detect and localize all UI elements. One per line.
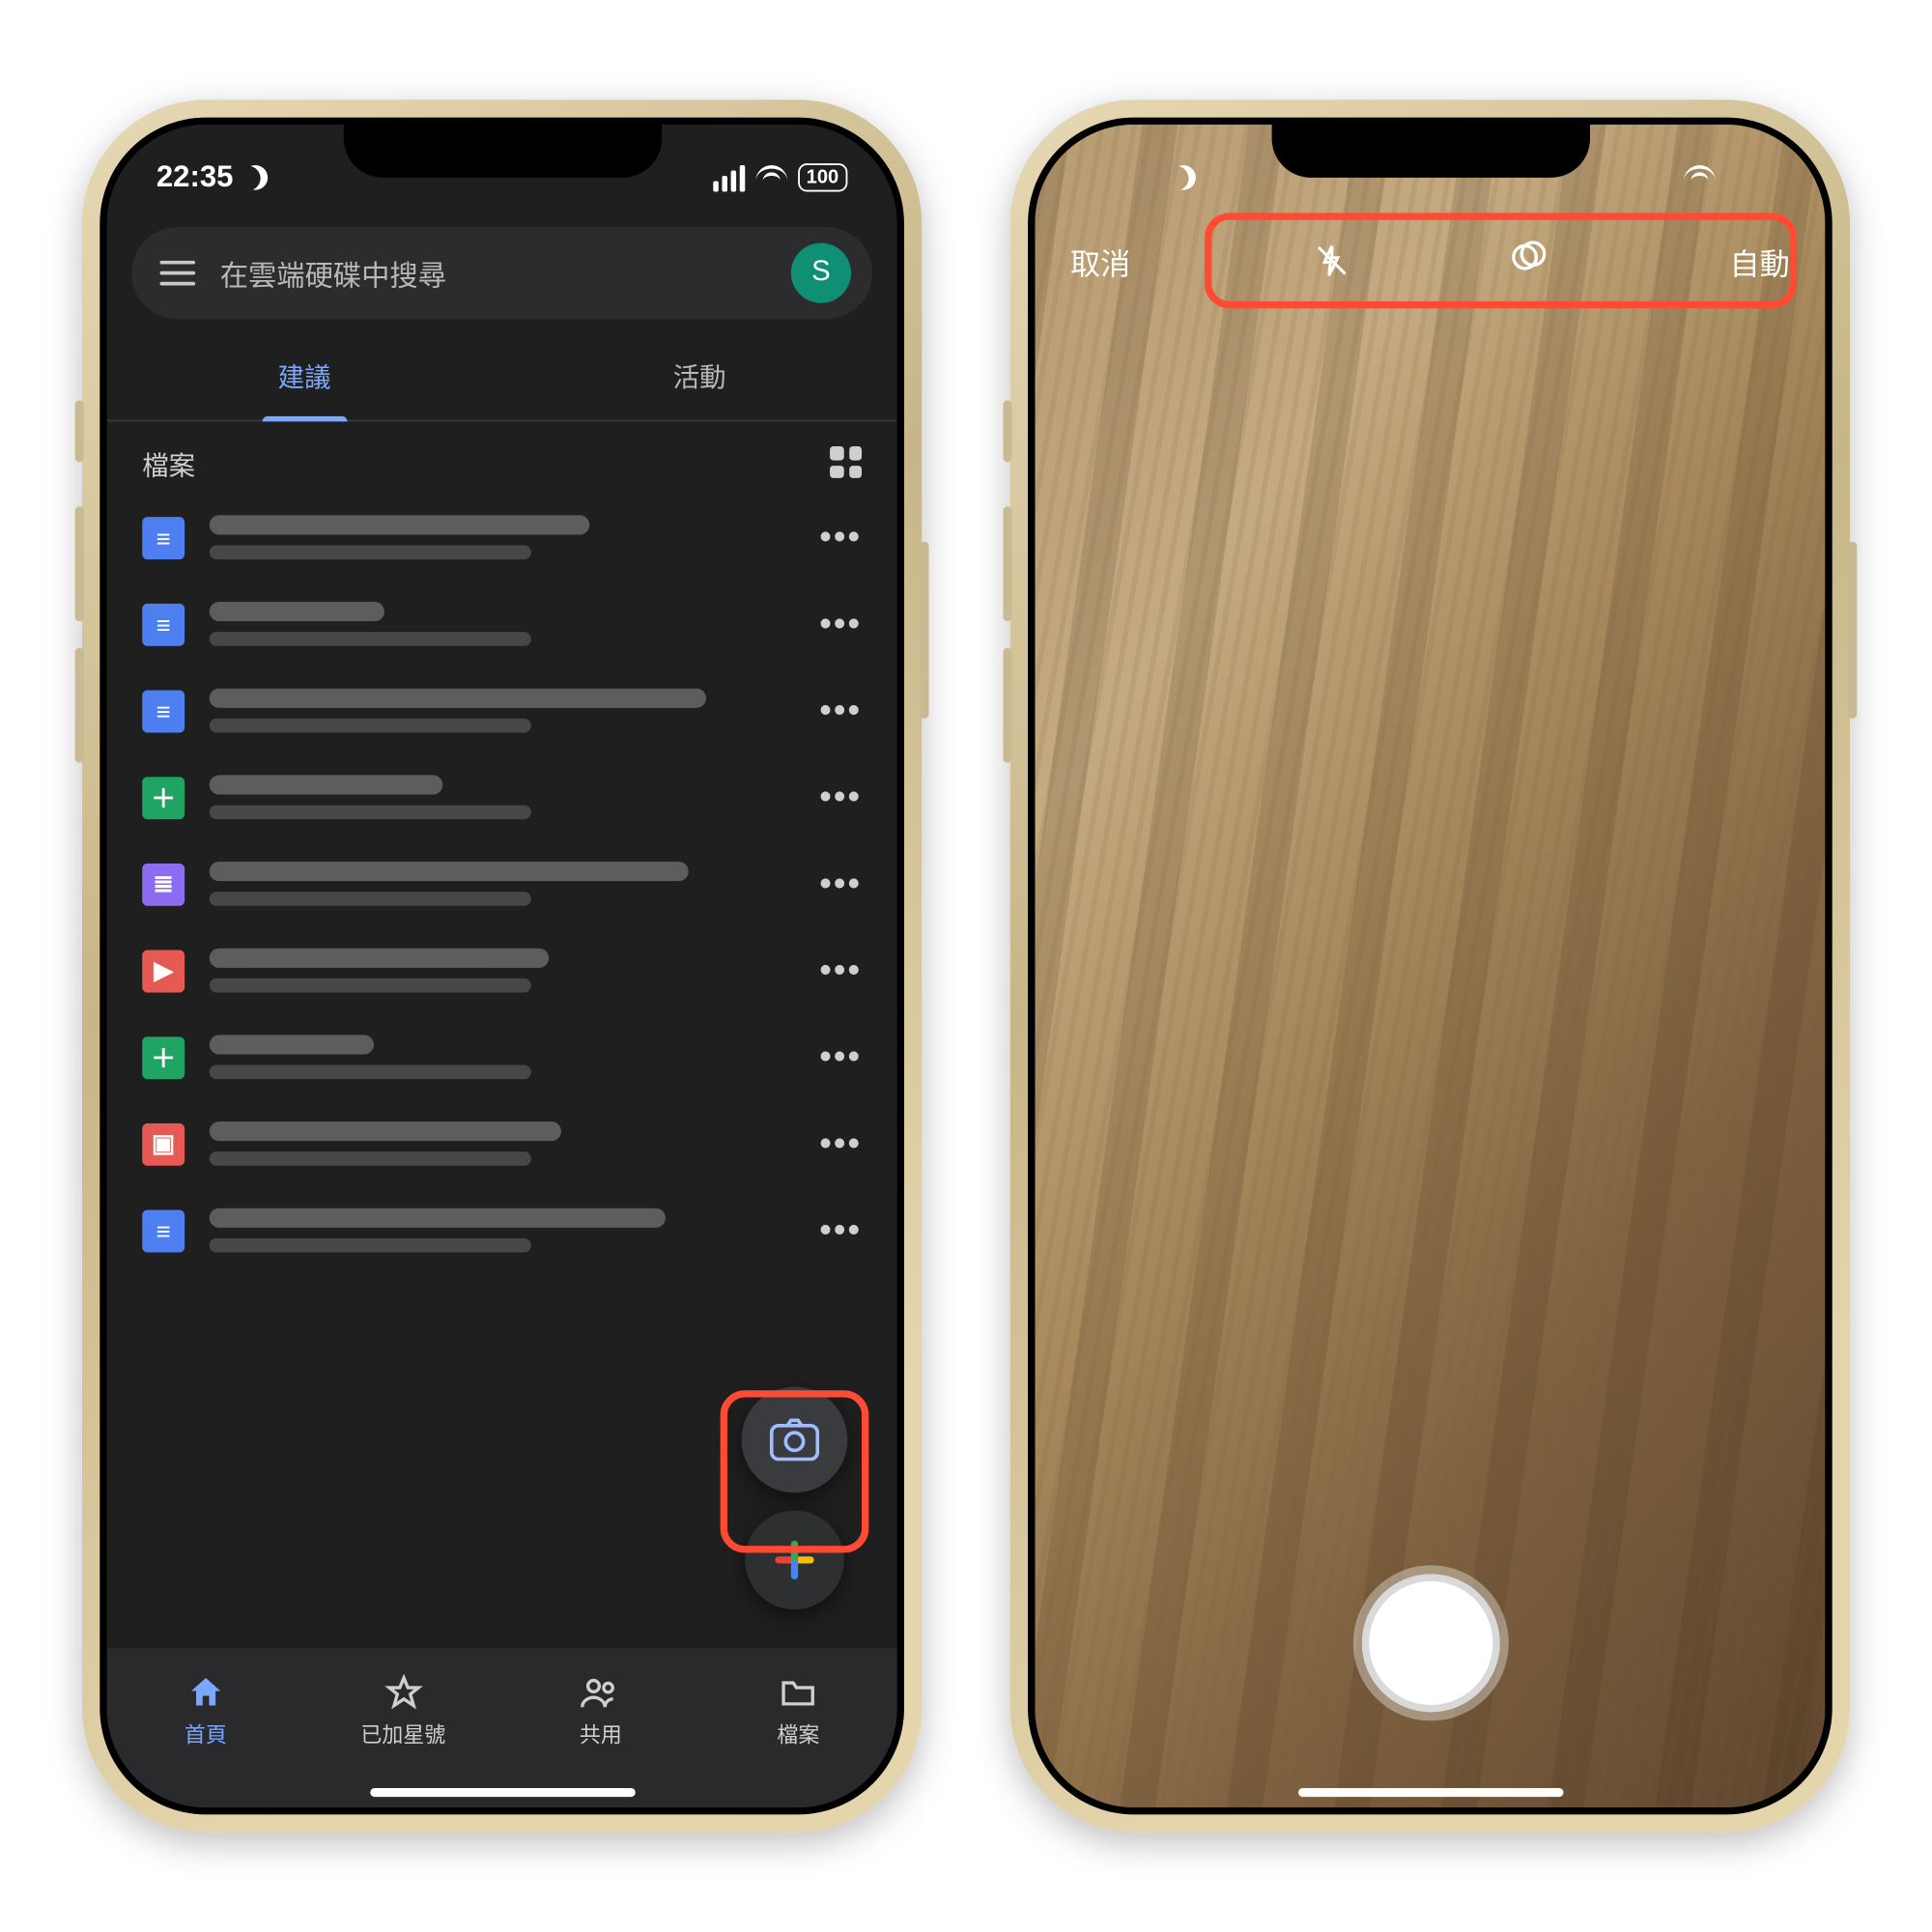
phone-drive: 22:35 100 在雲端硬碟中搜尋 S 建議 活動 檔案 <box>82 99 922 1832</box>
doc-file-icon: ≡ <box>142 690 185 732</box>
file-row[interactable]: ≡ ••• <box>107 494 897 581</box>
more-icon[interactable]: ••• <box>819 1221 862 1238</box>
file-row[interactable]: ≡ ••• <box>107 1187 897 1274</box>
more-icon[interactable]: ••• <box>819 961 862 979</box>
flash-off-icon[interactable] <box>1314 240 1350 282</box>
doc-file-icon: ≡ <box>142 516 185 558</box>
file-row[interactable]: ≣ ••• <box>107 840 897 927</box>
file-title-blurred <box>210 1035 795 1079</box>
search-bar[interactable]: 在雲端硬碟中搜尋 S <box>131 227 872 319</box>
tab-suggestions[interactable]: 建議 <box>107 333 502 420</box>
wifi-icon <box>755 165 787 190</box>
nav-starred[interactable]: 已加星號 <box>304 1648 502 1772</box>
battery-icon: 100 <box>797 163 847 191</box>
file-title-blurred <box>210 515 795 559</box>
sheet-file-icon: ＋ <box>142 776 185 818</box>
file-title-blurred <box>210 949 795 993</box>
filter-icon[interactable] <box>1508 237 1547 284</box>
plus-icon <box>775 1541 813 1579</box>
section-label: 檔案 <box>142 446 195 483</box>
new-fab[interactable] <box>745 1511 843 1609</box>
file-title-blurred <box>210 602 795 646</box>
file-row[interactable]: ＋ ••• <box>107 753 897 840</box>
home-indicator[interactable] <box>1297 1788 1563 1797</box>
avatar[interactable]: S <box>791 243 851 303</box>
more-icon[interactable]: ••• <box>819 788 862 806</box>
menu-icon[interactable] <box>160 261 196 286</box>
tabs: 建議 活動 <box>107 333 897 422</box>
phone-scanner: 22:35 100 取消 <box>1010 99 1850 1832</box>
sheet-file-icon: ＋ <box>142 1036 185 1078</box>
notch <box>1271 125 1589 178</box>
file-title-blurred <box>210 862 795 906</box>
file-title-blurred <box>210 689 795 733</box>
section-header: 檔案 <box>107 421 897 494</box>
status-time: 22:35 <box>156 160 234 196</box>
file-row[interactable]: ≡ ••• <box>107 668 897 754</box>
home-indicator[interactable] <box>369 1788 635 1797</box>
camera-icon <box>770 1418 819 1461</box>
nav-home[interactable]: 首頁 <box>107 1648 305 1772</box>
bottom-nav: 首頁 已加星號 共用 檔案 <box>107 1648 897 1807</box>
scan-fab[interactable] <box>742 1387 848 1493</box>
file-title-blurred <box>210 1122 795 1166</box>
more-icon[interactable]: ••• <box>819 875 862 893</box>
shutter-button[interactable] <box>1361 1575 1499 1713</box>
more-icon[interactable]: ••• <box>819 1135 862 1152</box>
camera-viewfinder <box>1035 125 1825 1807</box>
file-title-blurred <box>210 775 795 819</box>
star-icon <box>384 1672 422 1711</box>
more-icon[interactable]: ••• <box>819 615 862 633</box>
vid-file-icon: ▶ <box>142 950 185 992</box>
cancel-button[interactable]: 取消 <box>1070 239 1130 283</box>
people-icon <box>582 1672 620 1711</box>
form-file-icon: ≣ <box>142 863 185 905</box>
folder-icon <box>779 1672 817 1711</box>
layout-grid-icon[interactable] <box>830 446 862 478</box>
auto-button[interactable]: 自動 <box>1730 239 1790 283</box>
more-icon[interactable]: ••• <box>819 528 862 546</box>
home-icon <box>186 1672 225 1711</box>
file-row[interactable]: ▶ ••• <box>107 927 897 1014</box>
cellular-icon <box>713 164 745 190</box>
nav-files[interactable]: 檔案 <box>699 1648 897 1772</box>
file-title-blurred <box>210 1208 795 1253</box>
search-placeholder: 在雲端硬碟中搜尋 <box>220 252 766 295</box>
img-file-icon: ▣ <box>142 1122 185 1165</box>
file-row[interactable]: ▣ ••• <box>107 1100 897 1187</box>
more-icon[interactable]: ••• <box>819 701 862 719</box>
tab-activity[interactable]: 活動 <box>502 333 897 420</box>
nav-shared[interactable]: 共用 <box>502 1648 700 1772</box>
dnd-moon-icon <box>241 161 272 193</box>
file-row[interactable]: ≡ ••• <box>107 581 897 668</box>
more-icon[interactable]: ••• <box>819 1048 862 1065</box>
wifi-icon <box>1683 165 1715 190</box>
doc-file-icon: ≡ <box>142 1209 185 1252</box>
scanner-toolbar: 取消 自動 <box>1035 213 1825 308</box>
doc-file-icon: ≡ <box>142 603 185 645</box>
file-row[interactable]: ＋ ••• <box>107 1013 897 1100</box>
notch <box>343 125 661 178</box>
